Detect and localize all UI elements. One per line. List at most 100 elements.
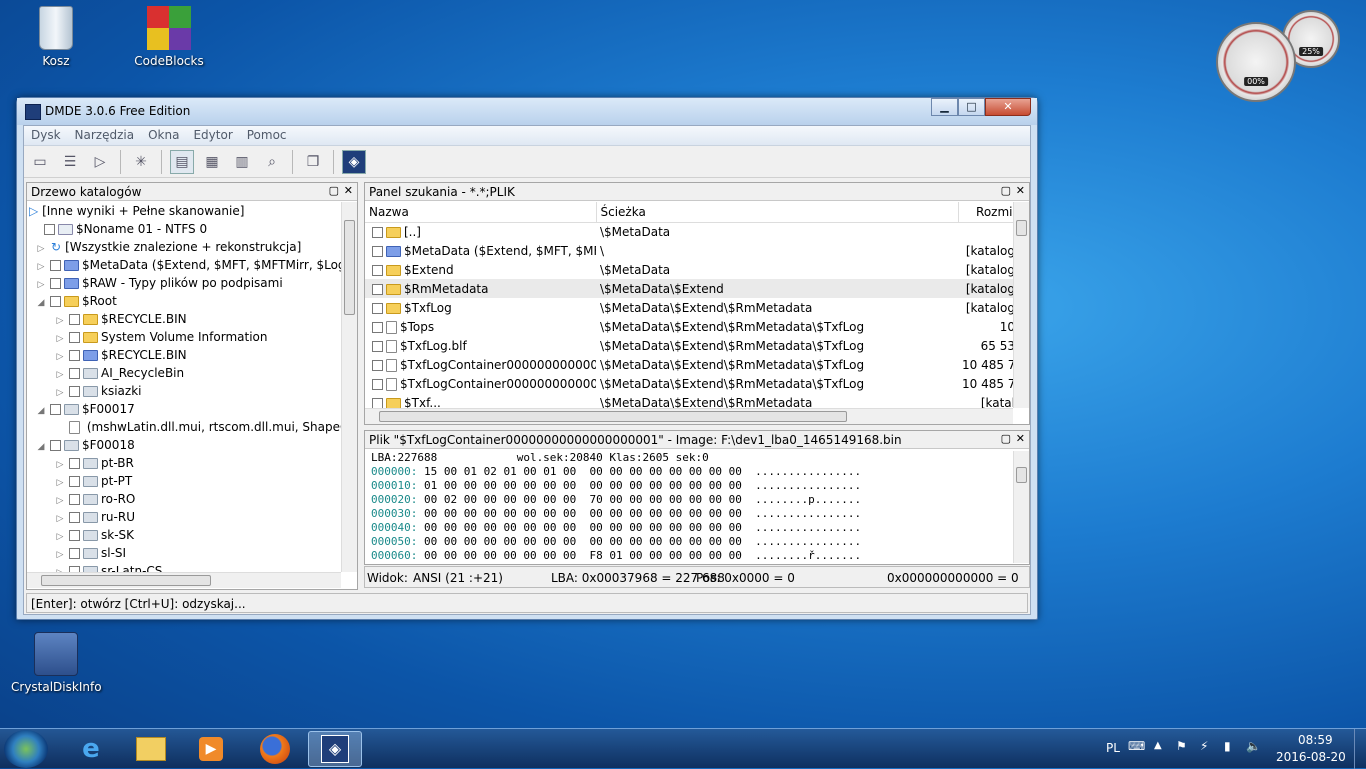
language-indicator[interactable]: PL [1106,741,1120,755]
restore-panel-icon[interactable]: ▢ [329,184,339,197]
checkbox[interactable] [69,314,80,325]
hex-vertical-scrollbar[interactable] [1013,451,1029,563]
menu-edytor[interactable]: Edytor [186,126,239,145]
tree-item[interactable]: ▷ sk-SK [27,526,341,544]
checkbox[interactable] [372,340,383,352]
checkbox[interactable] [372,283,383,295]
checkbox[interactable] [372,378,383,390]
checkbox[interactable] [50,440,61,451]
checkbox[interactable] [50,278,61,289]
scrollbar-thumb[interactable] [1016,467,1027,483]
close-panel-icon[interactable]: ✕ [1016,184,1025,197]
search-vertical-scrollbar[interactable] [1013,202,1029,408]
checkbox[interactable] [69,548,80,559]
tree-vertical-scrollbar[interactable] [341,202,357,572]
clock-time[interactable]: 08:59 [1298,733,1333,747]
tree-item[interactable]: ▷ $RAW - Typy plików po podpisami [27,274,341,292]
encoding-value[interactable]: ANSI (21 :+21) [413,571,503,585]
disk-icon[interactable]: ▭ [28,150,52,174]
tree-item[interactable]: ▷ $RECYCLE.BIN [27,310,341,328]
action-center-icon[interactable]: ⚑ [1176,739,1187,753]
checkbox[interactable] [69,494,80,505]
tree-item[interactable]: ▷ ksiazki [27,382,341,400]
checkbox[interactable] [50,404,61,415]
tree-item[interactable]: ▷ ru-RU [27,508,341,526]
table-row[interactable]: $TxfLogContainer0000000000000... \$MetaDa… [365,374,1013,393]
internet-explorer-icon[interactable]: e [64,731,118,767]
show-desktop-button[interactable] [1354,729,1366,769]
show-hidden-icons-icon[interactable]: ▲ [1154,740,1162,751]
tree-item[interactable]: ▷ $MetaData ($Extend, $MFT, $MFTMirr, $Lo… [27,256,341,274]
partitions-icon[interactable]: ☰ [58,150,82,174]
checkbox[interactable] [69,530,80,541]
search-horizontal-scrollbar[interactable] [365,408,1013,424]
table-row[interactable]: [..] \$MetaData [365,222,1013,241]
firefox-icon[interactable] [248,731,302,767]
table-row[interactable]: $Extend \$MetaData [katalog [365,260,1013,279]
tree-item[interactable]: ◢ $Root [27,292,341,310]
list-view-icon[interactable]: ▦ [200,150,224,174]
checkbox[interactable] [69,368,80,379]
dmde-taskbar-icon[interactable]: ◈ [308,731,362,767]
desktop-icon-codeblocks[interactable]: CodeBlocks [124,6,214,68]
close-button[interactable]: ✕ [985,98,1031,116]
device-icon[interactable]: ▮ [1224,739,1231,753]
hex-view[interactable]: LBA:227688 wol.sek:20840 Klas:2605 sek:0… [365,451,1013,563]
search-view-icon[interactable]: ⌕ [260,150,284,174]
network-icon[interactable]: ⚡ [1200,739,1208,753]
checkbox[interactable] [50,260,61,271]
table-row-selected[interactable]: $RmMetadata \$MetaData\$Extend [katalog [365,279,1013,298]
checkbox[interactable] [69,512,80,523]
checkbox[interactable] [69,350,80,361]
table-row[interactable]: $Tops \$MetaData\$Extend\$RmMetadata\$Txf… [365,317,1013,336]
window-titlebar[interactable]: DMDE 3.0.6 Free Edition ▁ □ ✕ [17,98,1037,125]
restore-panel-icon[interactable]: ▢ [1001,432,1011,445]
menu-dysk[interactable]: Dysk [24,126,68,145]
tree-item[interactable]: (mshwLatin.dll.mui, rtscom.dll.mui, Shap… [27,418,341,436]
desktop-icon-recycle-bin[interactable]: Kosz [11,6,101,68]
tree-item[interactable]: ▷ ↻ [Wszystkie znalezione + rekonstrukcja] [27,238,341,256]
minimize-button[interactable]: ▁ [931,98,958,116]
checkbox[interactable] [372,321,383,333]
menu-okna[interactable]: Okna [141,126,186,145]
media-player-icon[interactable]: ▶ [184,731,238,767]
tree-item[interactable]: ▷ pt-BR [27,454,341,472]
play-icon[interactable]: ▷ [88,150,112,174]
close-panel-icon[interactable]: ✕ [1016,432,1025,445]
tree-item[interactable]: $Noname 01 - NTFS 0 [27,220,341,238]
tree-item[interactable]: ▷ sl-SI [27,544,341,562]
table-view-icon[interactable]: ▥ [230,150,254,174]
desktop-icon-crystaldiskinfo[interactable]: CrystalDiskInfo [11,632,102,694]
dmde-logo-icon[interactable]: ◈ [342,149,366,174]
table-row[interactable]: $MetaData ($Extend, $MFT, $MFT...\[katal… [365,241,1013,260]
tree-item[interactable]: ◢ $F00017 [27,400,341,418]
checkbox[interactable] [44,224,55,235]
windows-icon[interactable]: ❐ [301,150,325,174]
checkbox[interactable] [69,332,80,343]
keyboard-icon[interactable]: ⌨ [1128,739,1145,753]
checkbox[interactable] [69,476,80,487]
start-button[interactable] [4,730,48,768]
checkbox[interactable] [69,386,80,397]
checkbox[interactable] [372,264,383,276]
tree-item[interactable]: ▷ ro-RO [27,490,341,508]
menu-narzedzia[interactable]: Narzędzia [68,126,142,145]
column-name[interactable]: Nazwa [365,202,597,223]
column-path[interactable]: Ścieżka [596,202,959,223]
close-panel-icon[interactable]: ✕ [344,184,353,197]
new-file-icon[interactable]: ✳ [129,150,153,174]
tree-item[interactable]: ▷ pt-PT [27,472,341,490]
scrollbar-thumb[interactable] [1016,220,1027,236]
checkbox[interactable] [372,245,383,257]
tree-item[interactable]: ▷sr-Latn-CS [27,562,341,572]
restore-panel-icon[interactable]: ▢ [1001,184,1011,197]
checkbox[interactable] [372,226,383,238]
checkbox[interactable] [372,359,383,371]
checkbox[interactable] [50,296,61,307]
scrollbar-thumb[interactable] [41,575,211,586]
file-explorer-icon[interactable] [124,731,178,767]
menu-pomoc[interactable]: Pomoc [240,126,294,145]
tree-item[interactable]: ▷ [Inne wyniki + Pełne skanowanie] [27,202,341,220]
tree-item[interactable]: ▷ $RECYCLE.BIN [27,346,341,364]
table-row[interactable]: $Txf... \$MetaData\$Extend\$RmMetadata [ka… [365,393,1013,408]
